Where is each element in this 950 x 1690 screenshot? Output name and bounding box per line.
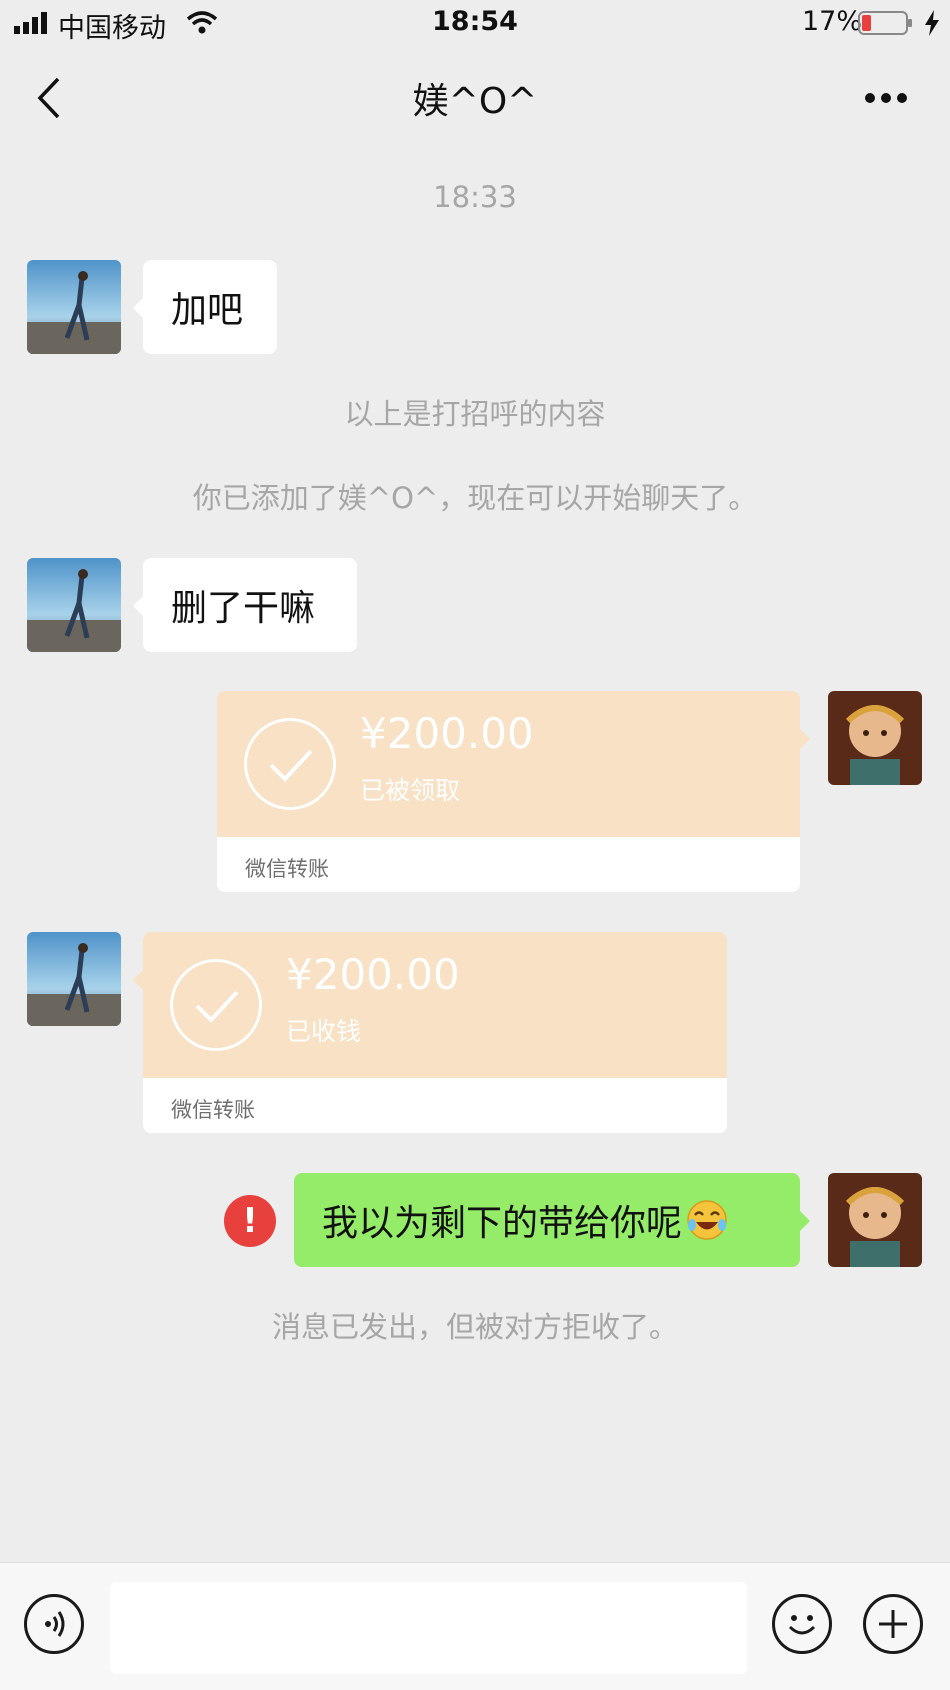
message-text: 删了干嘛 — [171, 588, 316, 629]
transfer-label: 微信转账 — [245, 857, 329, 881]
transfer-status: 已被领取 — [360, 776, 461, 805]
message-bubble-sent[interactable]: 我以为剩下的带给你呢 — [294, 1173, 810, 1267]
emoji-button[interactable] — [772, 1594, 832, 1654]
contact-avatar[interactable] — [27, 932, 121, 1026]
charging-icon — [925, 10, 939, 36]
message-text: 我以为剩下的带给你呢 — [322, 1203, 683, 1244]
transfer-card-sent[interactable]: ¥200.00 已被领取 微信转账 — [217, 691, 800, 892]
message-text: 加吧 — [171, 290, 244, 331]
voice-button[interactable] — [24, 1594, 84, 1654]
transfer-amount: ¥200.00 — [286, 950, 460, 999]
laughing-emoji-icon — [687, 1200, 727, 1240]
check-circle-icon — [170, 959, 262, 1051]
message-bubble[interactable]: 删了干嘛 — [133, 558, 357, 652]
transfer-card-received[interactable]: ¥200.00 已收钱 微信转账 — [143, 932, 727, 1133]
error-icon[interactable]: ! — [224, 1195, 276, 1247]
message-bubble[interactable]: 加吧 — [133, 260, 277, 354]
my-avatar[interactable] — [828, 1173, 922, 1267]
emoji-icon — [788, 1615, 816, 1635]
transfer-amount: ¥200.00 — [360, 709, 534, 758]
system-note-added: 你已添加了媄^O^，现在可以开始聊天了。 — [192, 481, 758, 515]
more-icon[interactable] — [864, 92, 908, 104]
message-input[interactable] — [110, 1582, 747, 1674]
rejected-note: 消息已发出，但被对方拒收了。 — [271, 1310, 678, 1344]
battery-icon — [858, 11, 912, 35]
battery-percent: 17% — [801, 6, 862, 37]
more-functions-button[interactable] — [863, 1594, 923, 1654]
my-avatar[interactable] — [828, 691, 922, 785]
contact-avatar[interactable] — [27, 558, 121, 652]
plus-icon — [879, 1610, 907, 1638]
status-bar: 中国移动 18:54 17% — [0, 0, 950, 48]
transfer-label: 微信转账 — [171, 1098, 255, 1122]
voice-icon — [45, 1611, 65, 1637]
chat-title: 媄^O^ — [412, 81, 538, 122]
system-note-greeting: 以上是打招呼的内容 — [344, 397, 606, 431]
message-time-label: 18:33 — [433, 180, 517, 214]
contact-avatar[interactable] — [27, 260, 121, 354]
check-circle-icon — [244, 718, 336, 810]
transfer-status: 已收钱 — [286, 1017, 362, 1046]
bubble-tail — [133, 970, 143, 990]
